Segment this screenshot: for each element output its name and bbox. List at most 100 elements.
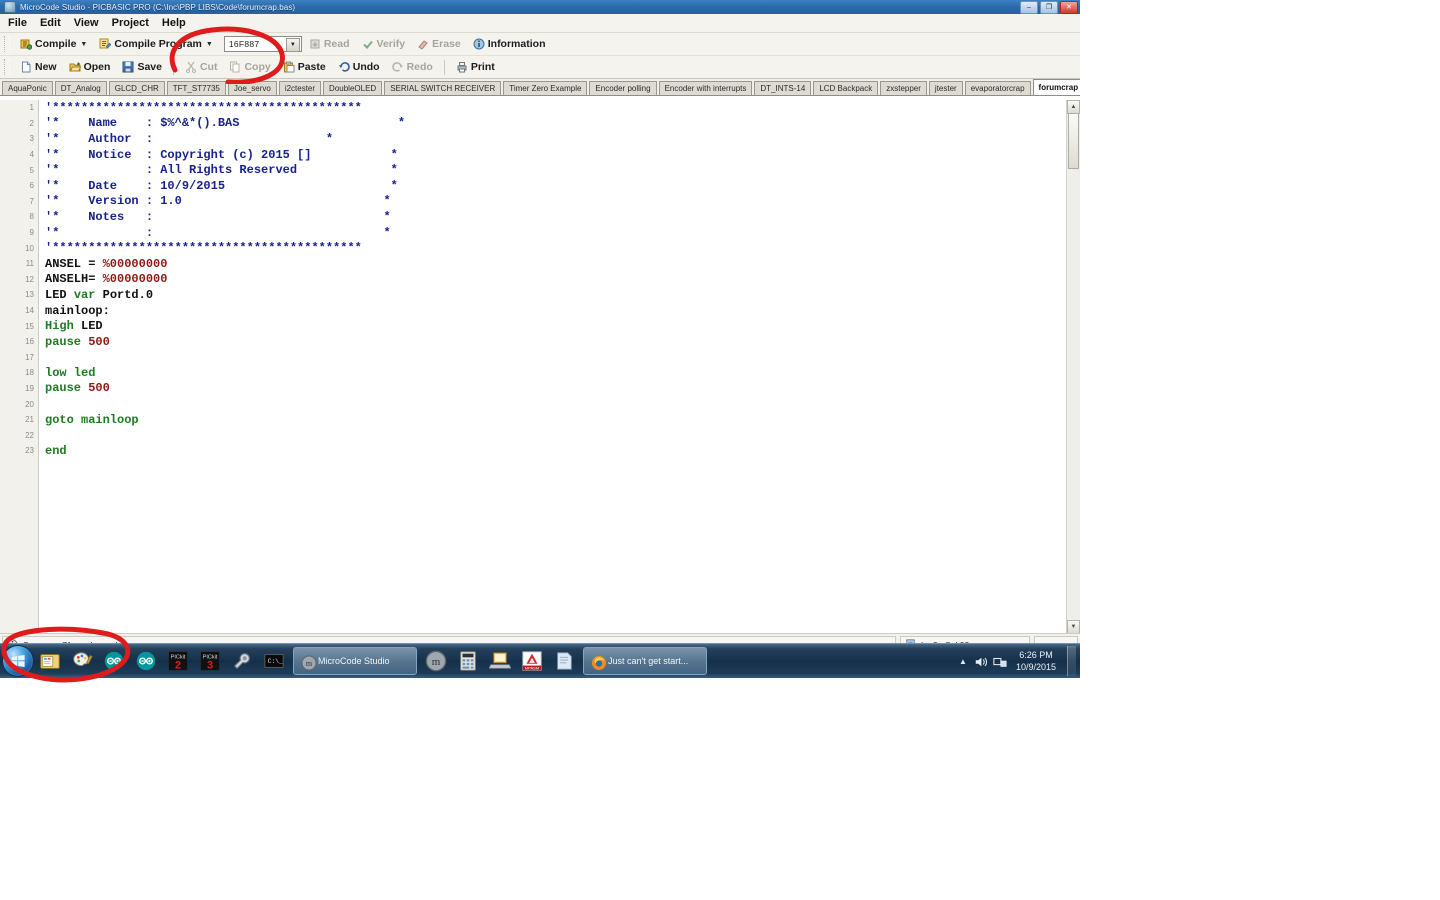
device-select[interactable]: 16F887 ▼ <box>223 36 302 52</box>
file-tab-15[interactable]: evaporatorcrap <box>964 81 1031 95</box>
cut-button[interactable]: Cut <box>180 59 223 75</box>
copy-button[interactable]: Copy <box>224 59 275 75</box>
code-line[interactable]: '* Author : * <box>39 131 1080 147</box>
scroll-down-icon[interactable]: ▼ <box>1067 620 1080 634</box>
task-firefox[interactable]: Just can't get start... <box>583 647 707 675</box>
code-line[interactable]: '* : All Rights Reserved * <box>39 162 1080 178</box>
code-line[interactable]: High LED <box>39 318 1080 334</box>
code-line[interactable]: goto mainloop <box>39 412 1080 428</box>
vertical-scroll-thumb[interactable] <box>1068 113 1079 169</box>
menu-item-file[interactable]: File <box>8 17 27 29</box>
file-tab-8[interactable]: Timer Zero Example <box>503 81 588 95</box>
console-icon[interactable]: C:\_ <box>262 649 286 673</box>
taskbar-clock[interactable]: 6:26 PM 10/9/2015 <box>1012 649 1060 673</box>
start-button[interactable] <box>2 645 34 677</box>
code-line[interactable]: '* Notice : Copyright (c) 2015 [] * <box>39 147 1080 163</box>
new-button[interactable]: New <box>15 59 62 75</box>
file-tab-16[interactable]: forumcrap <box>1032 79 1080 95</box>
arduino-icon-2[interactable] <box>134 649 158 673</box>
code-line[interactable]: '* Notes : * <box>39 209 1080 225</box>
code-line[interactable]: ANSELH= %00000000 <box>39 272 1080 288</box>
task-laptop[interactable] <box>488 649 512 673</box>
pickit2-icon[interactable]: PICkit 2 <box>166 649 190 673</box>
wrench-tool-icon[interactable] <box>230 649 254 673</box>
show-desktop-button[interactable] <box>1067 646 1076 676</box>
file-tab-14[interactable]: jtester <box>928 81 963 95</box>
print-button[interactable]: Print <box>451 59 500 75</box>
task-mpasm[interactable]: MPASM <box>520 649 544 673</box>
compile-program-caret-icon[interactable]: ▼ <box>206 41 213 48</box>
arduino-icon[interactable] <box>102 649 126 673</box>
window-titlebar[interactable]: MicroCode Studio - PICBASIC PRO (C:\Inc\… <box>0 0 1080 14</box>
task-calculator[interactable] <box>456 649 480 673</box>
code-line[interactable] <box>39 396 1080 412</box>
verify-button[interactable]: Verify <box>357 36 411 52</box>
code-editor[interactable]: 1 2 3 4 5 6 7 8 9 10 11 12 13 14 15 16 17 18 19 20 21 22 23 '*… <box>0 100 1080 634</box>
code-line[interactable]: pause 500 <box>39 334 1080 350</box>
file-tab-4[interactable]: Joe_servo <box>227 81 277 95</box>
read-button[interactable]: Read <box>304 36 355 52</box>
task-microcode-studio[interactable]: m MicroCode Studio <box>293 647 417 675</box>
file-tab-7[interactable]: SERIAL SWITCH RECEIVER <box>384 81 502 95</box>
code-text-area[interactable]: '***************************************… <box>39 100 1080 634</box>
file-tab-6[interactable]: DoubleOLED <box>323 81 383 95</box>
vertical-scrollbar[interactable]: ▲ ▼ <box>1066 100 1080 634</box>
maximize-button[interactable]: ❐ <box>1040 1 1058 14</box>
file-tab-strip[interactable]: AquaPonic DT_Analog GLCD_CHR TFT_ST7735 Joe_… <box>0 79 1080 96</box>
compile-caret-icon[interactable]: ▼ <box>80 41 87 48</box>
minimize-button[interactable]: – <box>1020 1 1038 14</box>
file-tab-0[interactable]: AquaPonic <box>2 81 53 95</box>
code-line[interactable]: LED var Portd.0 <box>39 287 1080 303</box>
save-button[interactable]: Save <box>117 59 167 75</box>
paste-button[interactable]: Paste <box>278 59 331 75</box>
menu-item-project[interactable]: Project <box>112 17 149 29</box>
task-notepad[interactable] <box>552 649 576 673</box>
menu-item-help[interactable]: Help <box>162 17 186 29</box>
toolbar-grip[interactable] <box>4 36 10 52</box>
code-line[interactable]: ANSEL = %00000000 <box>39 256 1080 272</box>
task-microcode-2[interactable]: m <box>424 649 448 673</box>
compile-program-label: Compile Program <box>114 38 202 50</box>
file-tab-13[interactable]: zxstepper <box>880 81 927 95</box>
information-button[interactable]: Information <box>468 36 551 52</box>
code-line[interactable]: end <box>39 443 1080 459</box>
code-line[interactable] <box>39 350 1080 366</box>
explorer-icon[interactable] <box>38 649 62 673</box>
file-tab-1[interactable]: DT_Analog <box>54 81 107 95</box>
close-button[interactable]: ✕ <box>1060 1 1078 14</box>
file-tab-12[interactable]: LCD Backpack <box>813 81 879 95</box>
code-line[interactable]: '* Date : 10/9/2015 * <box>39 178 1080 194</box>
compile-button[interactable]: Compile ▼ <box>15 36 92 52</box>
redo-button[interactable]: Redo <box>387 59 438 75</box>
code-line[interactable]: pause 500 <box>39 381 1080 397</box>
show-hidden-icons-button[interactable]: ▲ <box>959 657 967 666</box>
code-line[interactable]: '* Version : 1.0 * <box>39 194 1080 210</box>
undo-button[interactable]: Undo <box>333 59 385 75</box>
svg-text:MPASM: MPASM <box>525 665 540 670</box>
paint-icon[interactable] <box>70 649 94 673</box>
code-line[interactable]: '* Name : $%^&*().BAS * <box>39 116 1080 132</box>
menu-item-view[interactable]: View <box>74 17 99 29</box>
network-icon[interactable] <box>993 655 1007 667</box>
file-tab-3[interactable]: TFT_ST7735 <box>166 81 226 95</box>
scroll-up-icon[interactable]: ▲ <box>1067 100 1080 114</box>
code-line[interactable]: '***************************************… <box>39 100 1080 116</box>
pickit3-icon[interactable]: PICkit 3 <box>198 649 222 673</box>
file-tab-11[interactable]: DT_INTS-14 <box>754 81 812 95</box>
code-line[interactable]: low led <box>39 365 1080 381</box>
compile-program-button[interactable]: Compile Program ▼ <box>94 36 217 52</box>
erase-button[interactable]: Erase <box>412 36 466 52</box>
file-tab-9[interactable]: Encoder polling <box>589 81 657 95</box>
toolbar-grip-2[interactable] <box>4 59 10 75</box>
code-line[interactable] <box>39 427 1080 443</box>
file-tab-10[interactable]: Encoder with interrupts <box>658 81 753 95</box>
code-line[interactable]: '* : * <box>39 225 1080 241</box>
menu-item-edit[interactable]: Edit <box>40 17 61 29</box>
volume-icon[interactable] <box>974 655 987 667</box>
open-button[interactable]: Open <box>64 59 116 75</box>
file-tab-2[interactable]: GLCD_CHR <box>108 81 165 95</box>
file-tab-5[interactable]: i2ctester <box>278 81 322 95</box>
code-line[interactable]: '***************************************… <box>39 240 1080 256</box>
code-line[interactable]: mainloop: <box>39 303 1080 319</box>
chevron-down-icon[interactable]: ▼ <box>285 38 300 52</box>
